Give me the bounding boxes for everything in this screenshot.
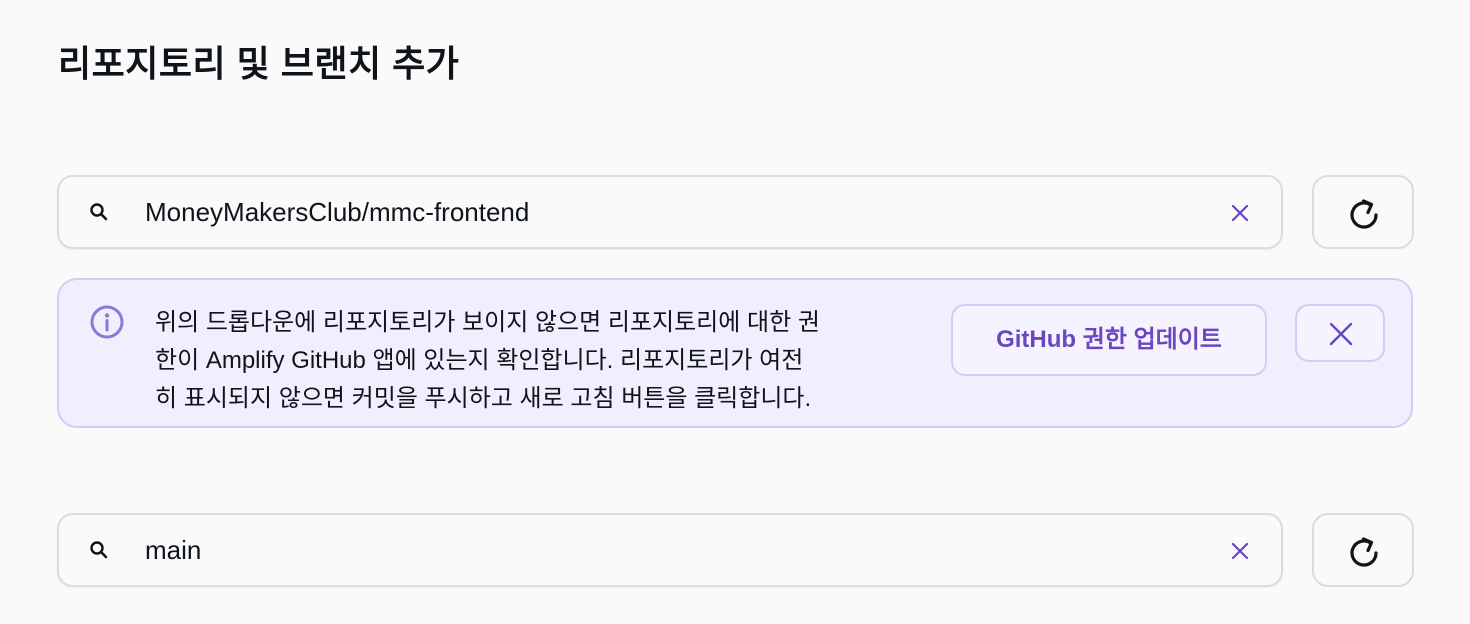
close-icon [1329,322,1353,346]
repository-refresh-button[interactable] [1312,175,1414,249]
branch-search-value[interactable]: main [145,515,201,585]
info-alert-line: 위의 드롭다운에 리포지토리가 보이지 않으면 리포지토리에 대한 권 [155,309,820,336]
close-icon[interactable] [1229,202,1251,224]
info-icon [90,305,124,339]
branch-refresh-button[interactable] [1312,513,1414,587]
info-alert-line: 한이 Amplify GitHub 앱에 있는지 확인합니다. 리포지토리가 여… [155,347,804,374]
info-alert-line: 히 표시되지 않으면 커밋을 푸시하고 새로 고침 버튼을 클릭합니다. [155,385,812,412]
branch-search-input[interactable]: main [57,513,1283,587]
search-icon [90,203,108,221]
refresh-icon [1350,537,1378,567]
info-alert-message: 위의 드롭다운에 리포지토리가 보이지 않으면 리포지토리에 대한 권 한이 A… [155,304,915,418]
page-title: 리포지토리 및 브랜치 추가 [58,43,460,84]
refresh-icon [1350,199,1378,229]
info-alert: 위의 드롭다운에 리포지토리가 보이지 않으면 리포지토리에 대한 권 한이 A… [57,278,1413,428]
dismiss-alert-button[interactable] [1295,304,1385,362]
repository-search-value[interactable]: MoneyMakersClub/mmc-frontend [145,177,529,247]
search-icon [90,541,108,559]
close-icon[interactable] [1229,540,1251,562]
repository-search-input[interactable]: MoneyMakersClub/mmc-frontend [57,175,1283,249]
update-github-permissions-button[interactable]: GitHub 권한 업데이트 [951,304,1267,376]
